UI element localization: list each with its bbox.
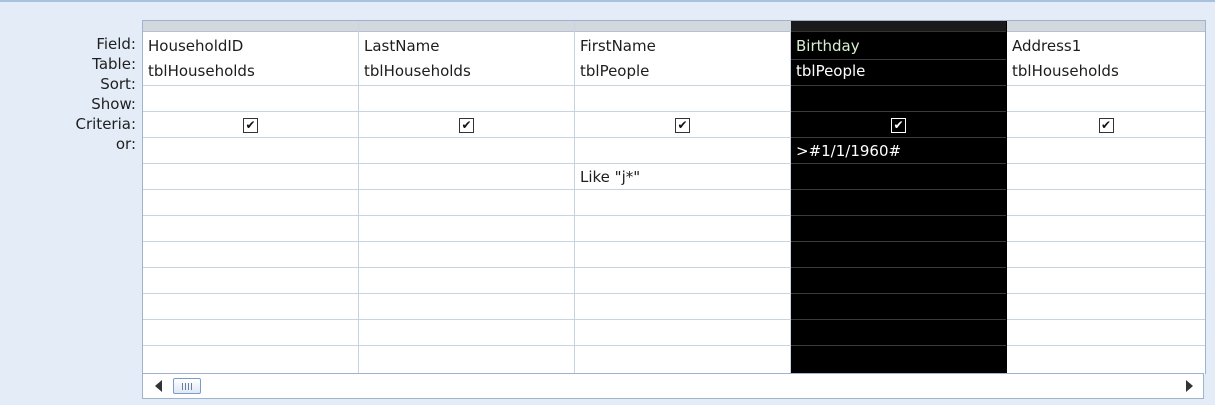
design-grid: HouseholdID tblHouseholds ✔ LastName tbl…: [142, 20, 1206, 374]
sort-cell[interactable]: [1007, 86, 1205, 112]
table-cell[interactable]: tblHouseholds: [359, 60, 574, 86]
show-checkbox[interactable]: ✔: [891, 118, 906, 133]
empty-cell[interactable]: [575, 190, 790, 216]
empty-cell[interactable]: [791, 294, 1006, 320]
table-cell[interactable]: tblPeople: [575, 60, 790, 86]
empty-cell[interactable]: [1007, 268, 1205, 294]
field-cell[interactable]: HouseholdID: [143, 32, 358, 60]
empty-cell[interactable]: [791, 216, 1006, 242]
field-cell[interactable]: FirstName: [575, 32, 790, 60]
criteria-cell[interactable]: [143, 138, 358, 164]
row-label-field: Field:: [96, 35, 136, 53]
empty-cell[interactable]: [791, 242, 1006, 268]
empty-cell[interactable]: [359, 190, 574, 216]
row-label-criteria: Criteria:: [75, 115, 137, 133]
scroll-left-arrow-icon[interactable]: [155, 380, 162, 392]
field-cell[interactable]: LastName: [359, 32, 574, 60]
row-label-sort: Sort:: [100, 75, 136, 93]
grid-column-firstname[interactable]: FirstName tblPeople ✔ Like "j*": [575, 21, 791, 374]
column-selector[interactable]: [575, 21, 790, 32]
column-selector[interactable]: [359, 21, 574, 32]
show-cell: ✔: [575, 112, 790, 138]
grip-icon: [182, 383, 192, 390]
empty-cell[interactable]: [143, 242, 358, 268]
or-cell[interactable]: [791, 164, 1006, 190]
empty-cell[interactable]: [143, 268, 358, 294]
grid-column-householdid[interactable]: HouseholdID tblHouseholds ✔: [143, 21, 359, 374]
empty-cell[interactable]: [791, 190, 1006, 216]
row-label-or: or:: [115, 135, 136, 153]
empty-cell[interactable]: [359, 216, 574, 242]
show-cell: ✔: [143, 112, 358, 138]
grid-column-birthday[interactable]: Birthday tblPeople ✔ >#1/1/1960#: [791, 21, 1007, 374]
grid-column-address1[interactable]: Address1 tblHouseholds ✔: [1007, 21, 1205, 374]
table-cell[interactable]: tblHouseholds: [1007, 60, 1205, 86]
show-checkbox[interactable]: ✔: [459, 118, 474, 133]
empty-cell[interactable]: [791, 268, 1006, 294]
column-selector[interactable]: [1007, 21, 1205, 32]
empty-cell[interactable]: [575, 242, 790, 268]
scroll-right-arrow-icon[interactable]: [1186, 380, 1193, 392]
field-cell[interactable]: Birthday: [791, 32, 1006, 60]
or-cell[interactable]: Like "j*": [575, 164, 790, 190]
empty-cell[interactable]: [1007, 216, 1205, 242]
empty-cell[interactable]: [359, 294, 574, 320]
empty-cell[interactable]: [359, 268, 574, 294]
sort-cell[interactable]: [575, 86, 790, 112]
or-cell[interactable]: [1007, 164, 1205, 190]
sort-cell[interactable]: [791, 86, 1006, 112]
show-cell: ✔: [1007, 112, 1205, 138]
show-checkbox[interactable]: ✔: [243, 118, 258, 133]
field-cell[interactable]: Address1: [1007, 32, 1205, 60]
row-labels: Field: Table: Sort: Show: Criteria: or:: [0, 34, 142, 154]
empty-cell[interactable]: [359, 242, 574, 268]
empty-cell[interactable]: [1007, 242, 1205, 268]
grid-column-lastname[interactable]: LastName tblHouseholds ✔: [359, 21, 575, 374]
empty-cell[interactable]: [1007, 294, 1205, 320]
criteria-cell[interactable]: [575, 138, 790, 164]
empty-cell[interactable]: [143, 320, 358, 346]
show-checkbox[interactable]: ✔: [675, 118, 690, 133]
show-cell: ✔: [359, 112, 574, 138]
or-cell[interactable]: [143, 164, 358, 190]
empty-cell[interactable]: [1007, 190, 1205, 216]
empty-cell[interactable]: [143, 294, 358, 320]
empty-cell[interactable]: [1007, 320, 1205, 346]
empty-cell[interactable]: [575, 216, 790, 242]
criteria-cell[interactable]: [1007, 138, 1205, 164]
row-label-show: Show:: [91, 95, 136, 113]
column-selector[interactable]: [143, 21, 358, 32]
criteria-cell[interactable]: [359, 138, 574, 164]
empty-cell[interactable]: [359, 320, 574, 346]
query-design-grid-pane: Field: Table: Sort: Show: Criteria: or: …: [0, 0, 1215, 405]
show-checkbox[interactable]: ✔: [1098, 118, 1114, 133]
empty-cell[interactable]: [575, 294, 790, 320]
or-cell[interactable]: [359, 164, 574, 190]
empty-cell[interactable]: [143, 190, 358, 216]
row-label-table: Table:: [92, 55, 136, 73]
table-cell[interactable]: tblHouseholds: [143, 60, 358, 86]
empty-cell[interactable]: [575, 320, 790, 346]
horizontal-scrollbar[interactable]: [142, 373, 1204, 399]
empty-cell[interactable]: [575, 268, 790, 294]
column-selector[interactable]: [791, 21, 1006, 32]
sort-cell[interactable]: [143, 86, 358, 112]
empty-cell[interactable]: [791, 320, 1006, 346]
show-cell: ✔: [791, 112, 1006, 138]
empty-cell[interactable]: [143, 216, 358, 242]
criteria-cell[interactable]: >#1/1/1960#: [791, 138, 1006, 164]
table-cell[interactable]: tblPeople: [791, 60, 1006, 86]
scroll-thumb[interactable]: [173, 378, 201, 394]
sort-cell[interactable]: [359, 86, 574, 112]
